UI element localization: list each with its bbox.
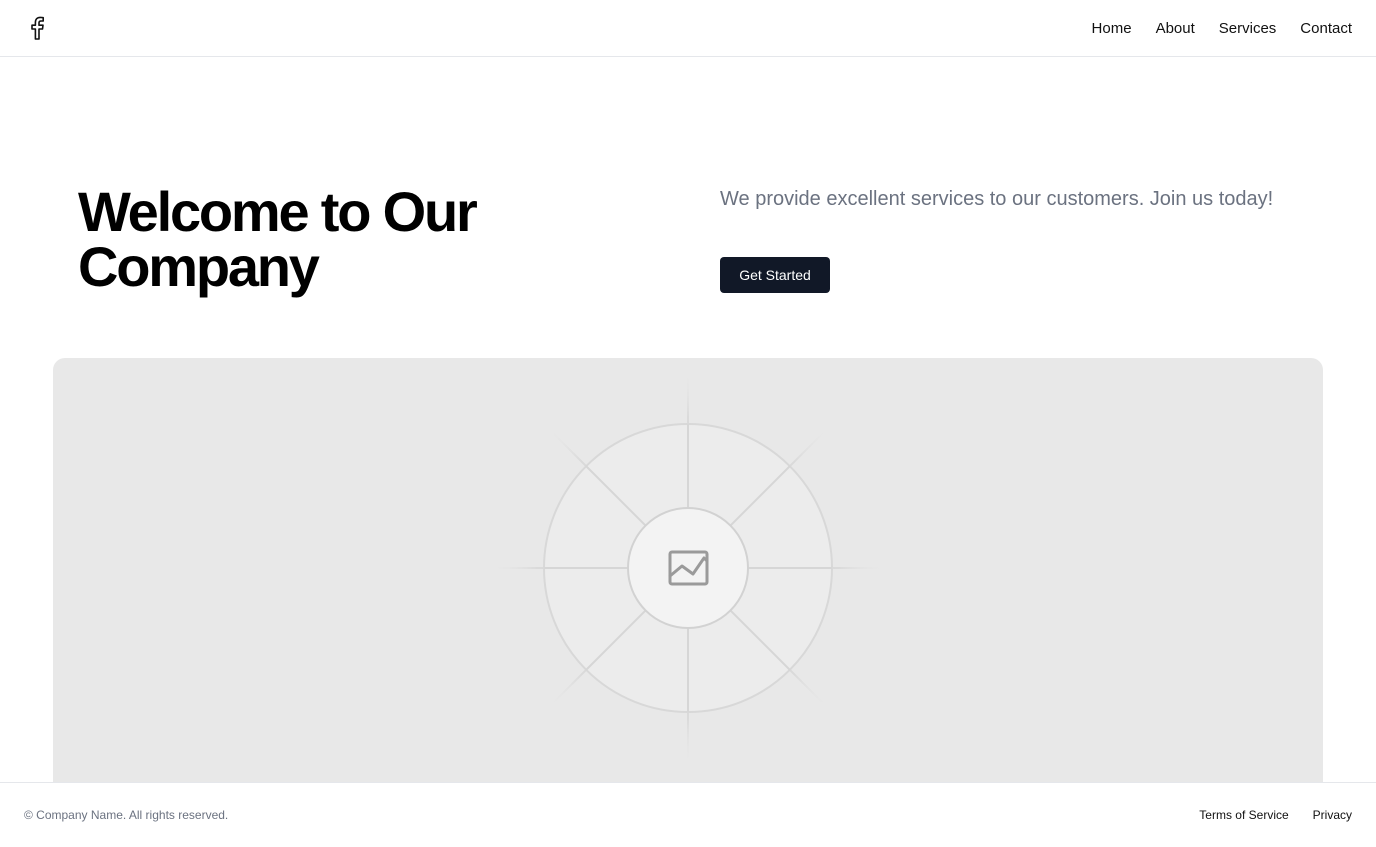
copyright-text: © Company Name. All rights reserved.: [24, 808, 229, 822]
site-header: Home About Services Contact: [0, 0, 1376, 57]
nav-home[interactable]: Home: [1092, 20, 1132, 37]
placeholder-graphic: [487, 367, 889, 769]
nav-contact[interactable]: Contact: [1300, 20, 1352, 37]
footer-links: Terms of Service Privacy: [1199, 808, 1352, 822]
hero-image-placeholder: [53, 358, 1323, 798]
privacy-link[interactable]: Privacy: [1313, 808, 1352, 822]
get-started-button[interactable]: Get Started: [720, 257, 830, 293]
site-footer: © Company Name. All rights reserved. Ter…: [0, 782, 1376, 847]
nav-services[interactable]: Services: [1219, 20, 1277, 37]
terms-of-service-link[interactable]: Terms of Service: [1199, 808, 1288, 822]
page: Home About Services Contact Welcome to O…: [0, 0, 1376, 847]
facebook-f-icon: [31, 16, 44, 40]
hero-title: Welcome to Our Company: [78, 180, 478, 298]
logo-link[interactable]: [24, 14, 50, 42]
main-nav: Home About Services Contact: [1092, 0, 1352, 56]
hero-subtitle: We provide excellent services to our cus…: [720, 188, 1274, 210]
nav-about[interactable]: About: [1156, 20, 1195, 37]
